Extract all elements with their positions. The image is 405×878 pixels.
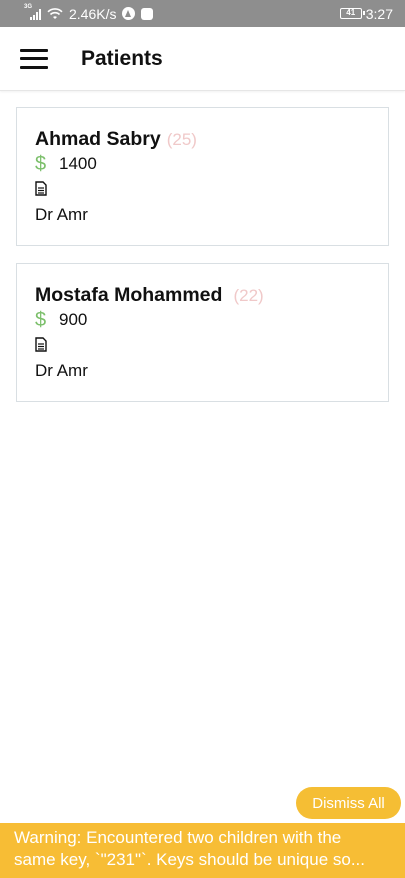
app-notification-icon-2 — [141, 7, 154, 20]
patient-age: (25) — [166, 130, 197, 149]
warning-banner[interactable]: Warning: Encountered two children with t… — [0, 823, 405, 878]
app-notification-icon — [122, 7, 136, 20]
patient-card[interactable]: Mostafa Mohammed (22) $ 900 Dr Amr — [16, 263, 389, 402]
warning-text-line-1: Warning: Encountered two children with t… — [14, 828, 342, 847]
patient-card[interactable]: Ahmad Sabry (25) $ 1400 Dr Amr — [16, 107, 389, 246]
app-bar: Patients — [0, 27, 405, 91]
patient-amount: 1400 — [59, 154, 97, 173]
warning-text-line-2: same key, `"231"`. Keys should be unique… — [14, 850, 365, 869]
patient-name: Ahmad Sabry — [35, 128, 161, 150]
network-type: 3G — [24, 3, 33, 10]
network-speed: 2.46K/s — [69, 5, 117, 22]
document-icon — [35, 180, 47, 196]
menu-icon[interactable] — [20, 48, 48, 69]
status-bar: 3G 2.46K/s 41 3:27 — [0, 0, 405, 27]
patient-age: (22) — [233, 286, 264, 305]
doctor-name: Dr Amr — [35, 205, 88, 224]
wifi-icon — [47, 7, 63, 19]
patient-amount: 900 — [59, 310, 88, 329]
battery-icon: 41 — [339, 8, 365, 19]
patient-name-row: Mostafa Mohammed (22) — [35, 284, 370, 307]
patient-name: Mostafa Mohammed — [35, 284, 223, 306]
document-icon — [35, 336, 47, 352]
page-title: Patients — [81, 46, 163, 70]
status-right: 41 3:27 — [339, 5, 393, 22]
clock: 3:27 — [365, 5, 393, 22]
status-left: 3G 2.46K/s — [24, 4, 154, 22]
amount-row: $ 1400 — [35, 153, 370, 175]
doctor-name: Dr Amr — [35, 361, 88, 380]
signal-icon: 3G — [24, 4, 41, 20]
amount-row: $ 900 — [35, 309, 370, 331]
document-row — [35, 335, 370, 353]
dollar-icon: $ — [35, 153, 47, 175]
patient-name-row: Ahmad Sabry (25) — [35, 128, 370, 151]
document-row — [35, 179, 370, 197]
dismiss-all-button[interactable]: Dismiss All — [296, 787, 401, 819]
dollar-icon: $ — [35, 309, 47, 331]
